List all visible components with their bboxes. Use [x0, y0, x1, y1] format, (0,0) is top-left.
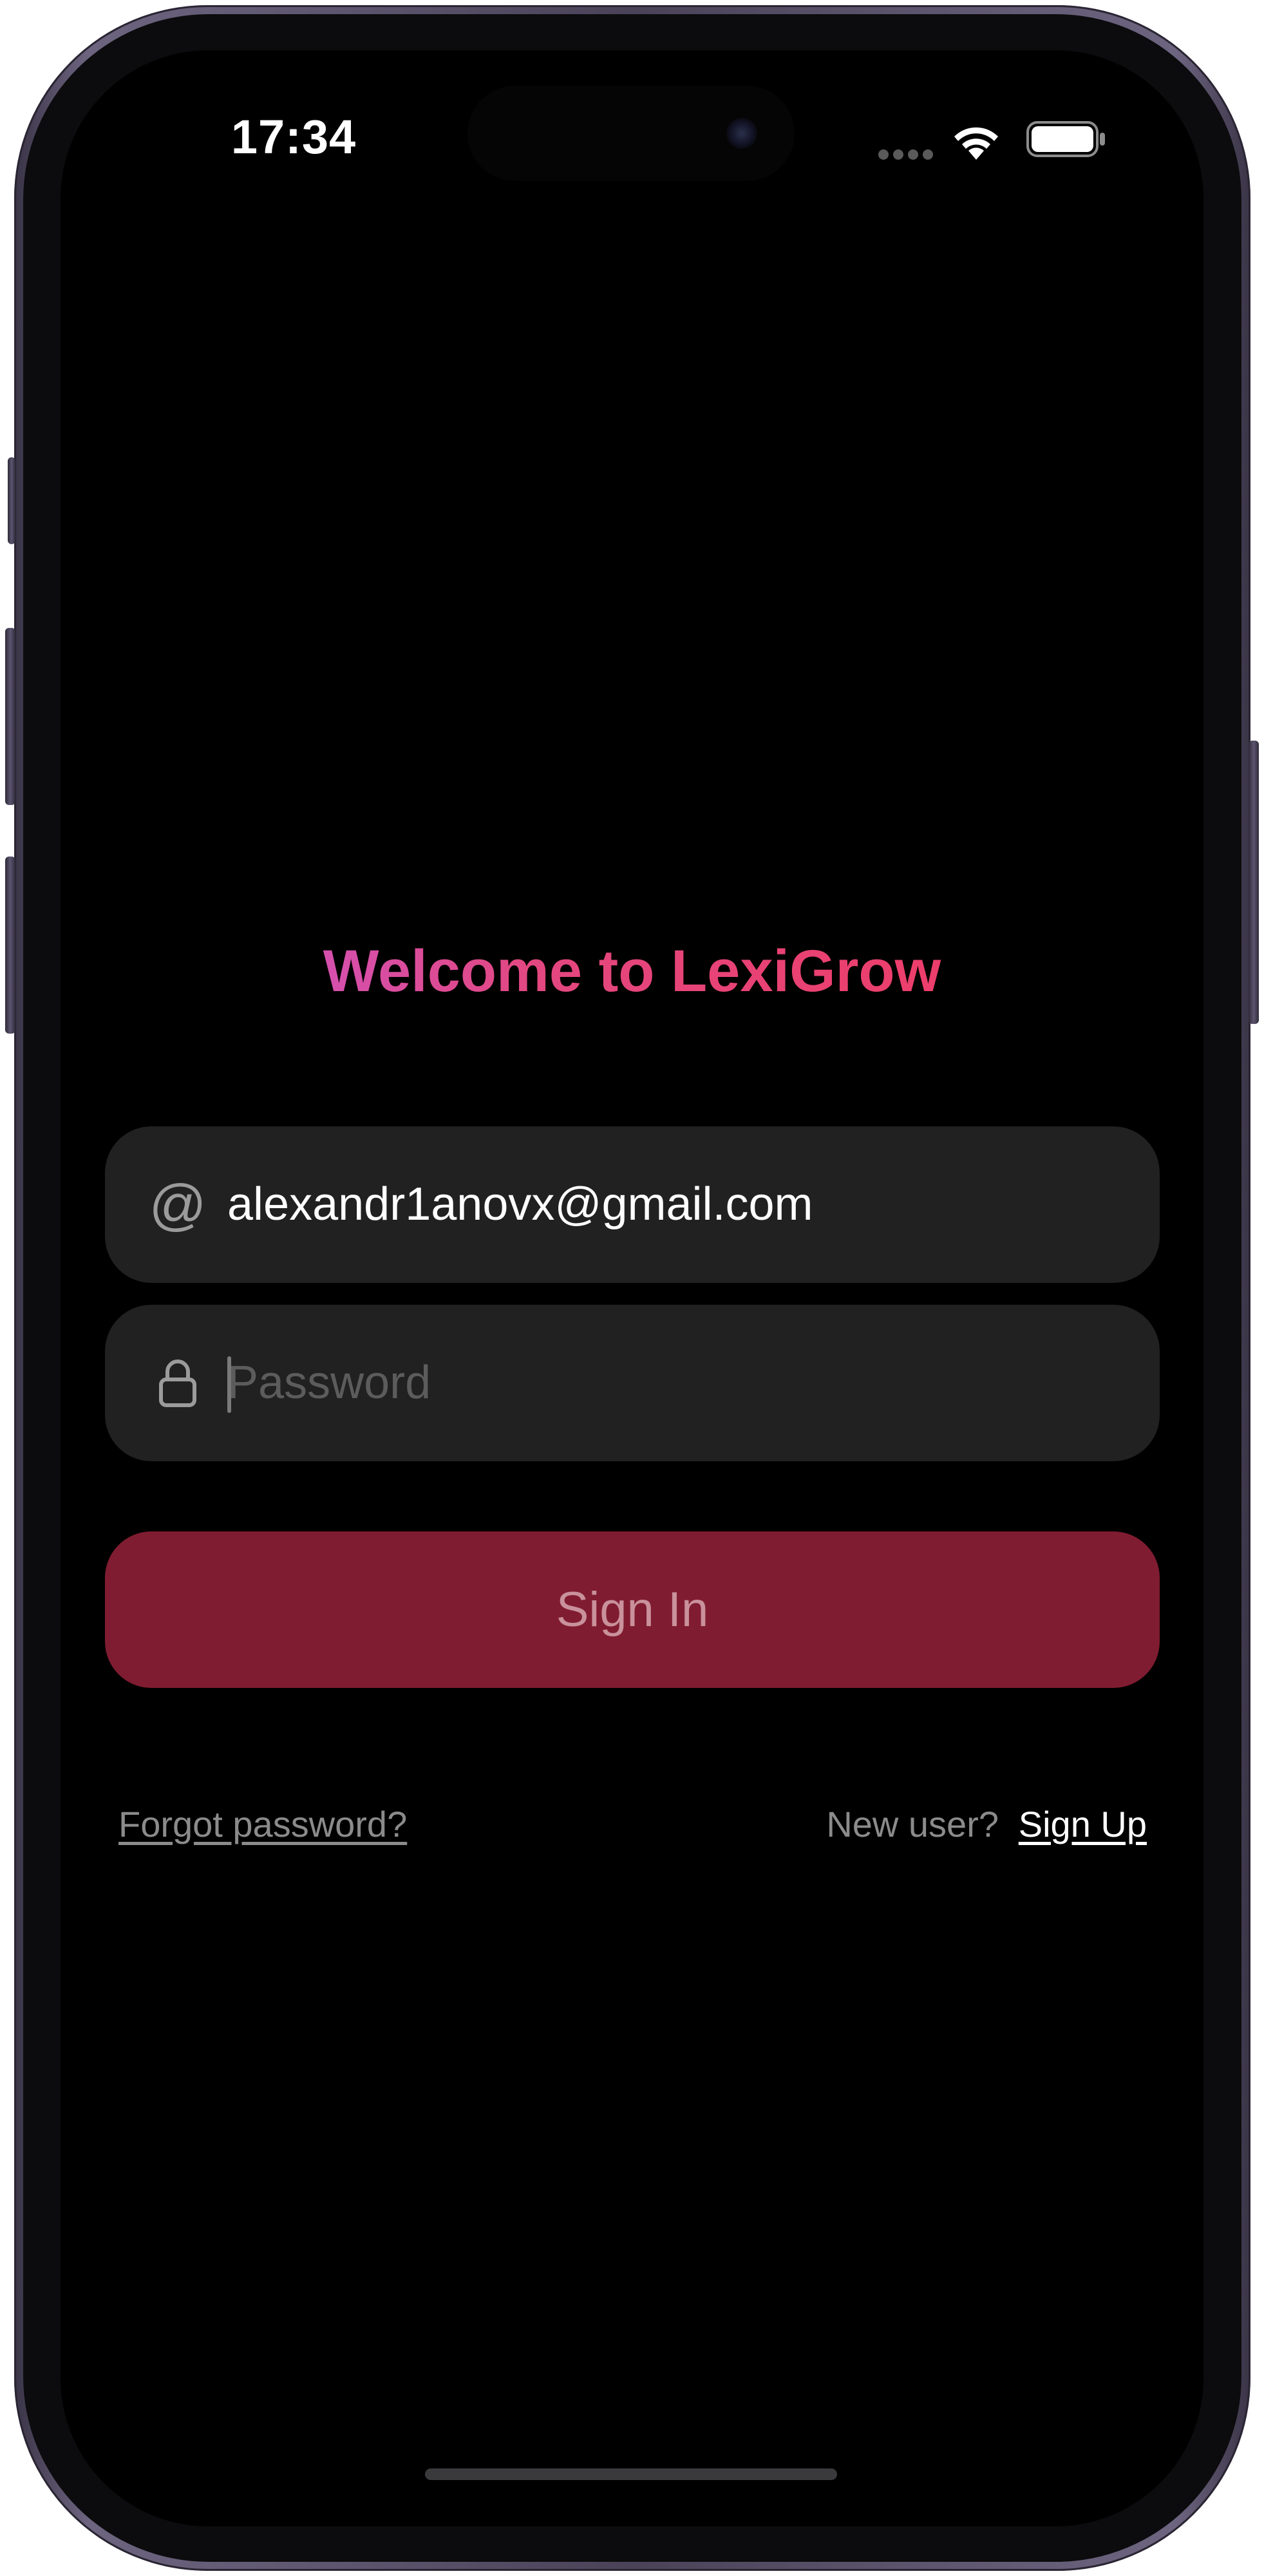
- password-placeholder: Password: [227, 1357, 431, 1408]
- auth-links-row: Forgot password? New user? Sign Up: [61, 1803, 1203, 1855]
- battery-icon: [1026, 121, 1105, 157]
- sign-up-link[interactable]: Sign Up: [1019, 1803, 1147, 1845]
- at-sign-icon: @: [149, 1172, 207, 1236]
- wifi-icon: [954, 127, 998, 160]
- sign-in-button[interactable]: Sign In: [105, 1531, 1160, 1688]
- volume-down-button: [5, 857, 15, 1034]
- home-indicator[interactable]: [425, 2468, 837, 2480]
- new-user-label: New user?: [826, 1804, 999, 1844]
- forgot-password-link[interactable]: Forgot password?: [118, 1803, 407, 1845]
- app-screen: 17:34 Welcome to LexiGrow @ alexandr1ano…: [61, 50, 1203, 2526]
- dynamic-island: [467, 86, 795, 181]
- cellular-signal-icon: [878, 149, 933, 160]
- status-time: 17:34: [231, 110, 357, 164]
- password-field[interactable]: Password: [105, 1305, 1160, 1461]
- volume-up-button: [5, 628, 15, 805]
- action-button: [8, 457, 15, 544]
- welcome-title: Welcome to LexiGrow: [61, 938, 1203, 1005]
- camera-lens-icon: [726, 118, 757, 149]
- power-button: [1249, 741, 1259, 1024]
- email-value: alexandr1anovx@gmail.com: [227, 1179, 813, 1230]
- lock-icon: [149, 1305, 207, 1461]
- email-field[interactable]: @ alexandr1anovx@gmail.com: [105, 1126, 1160, 1283]
